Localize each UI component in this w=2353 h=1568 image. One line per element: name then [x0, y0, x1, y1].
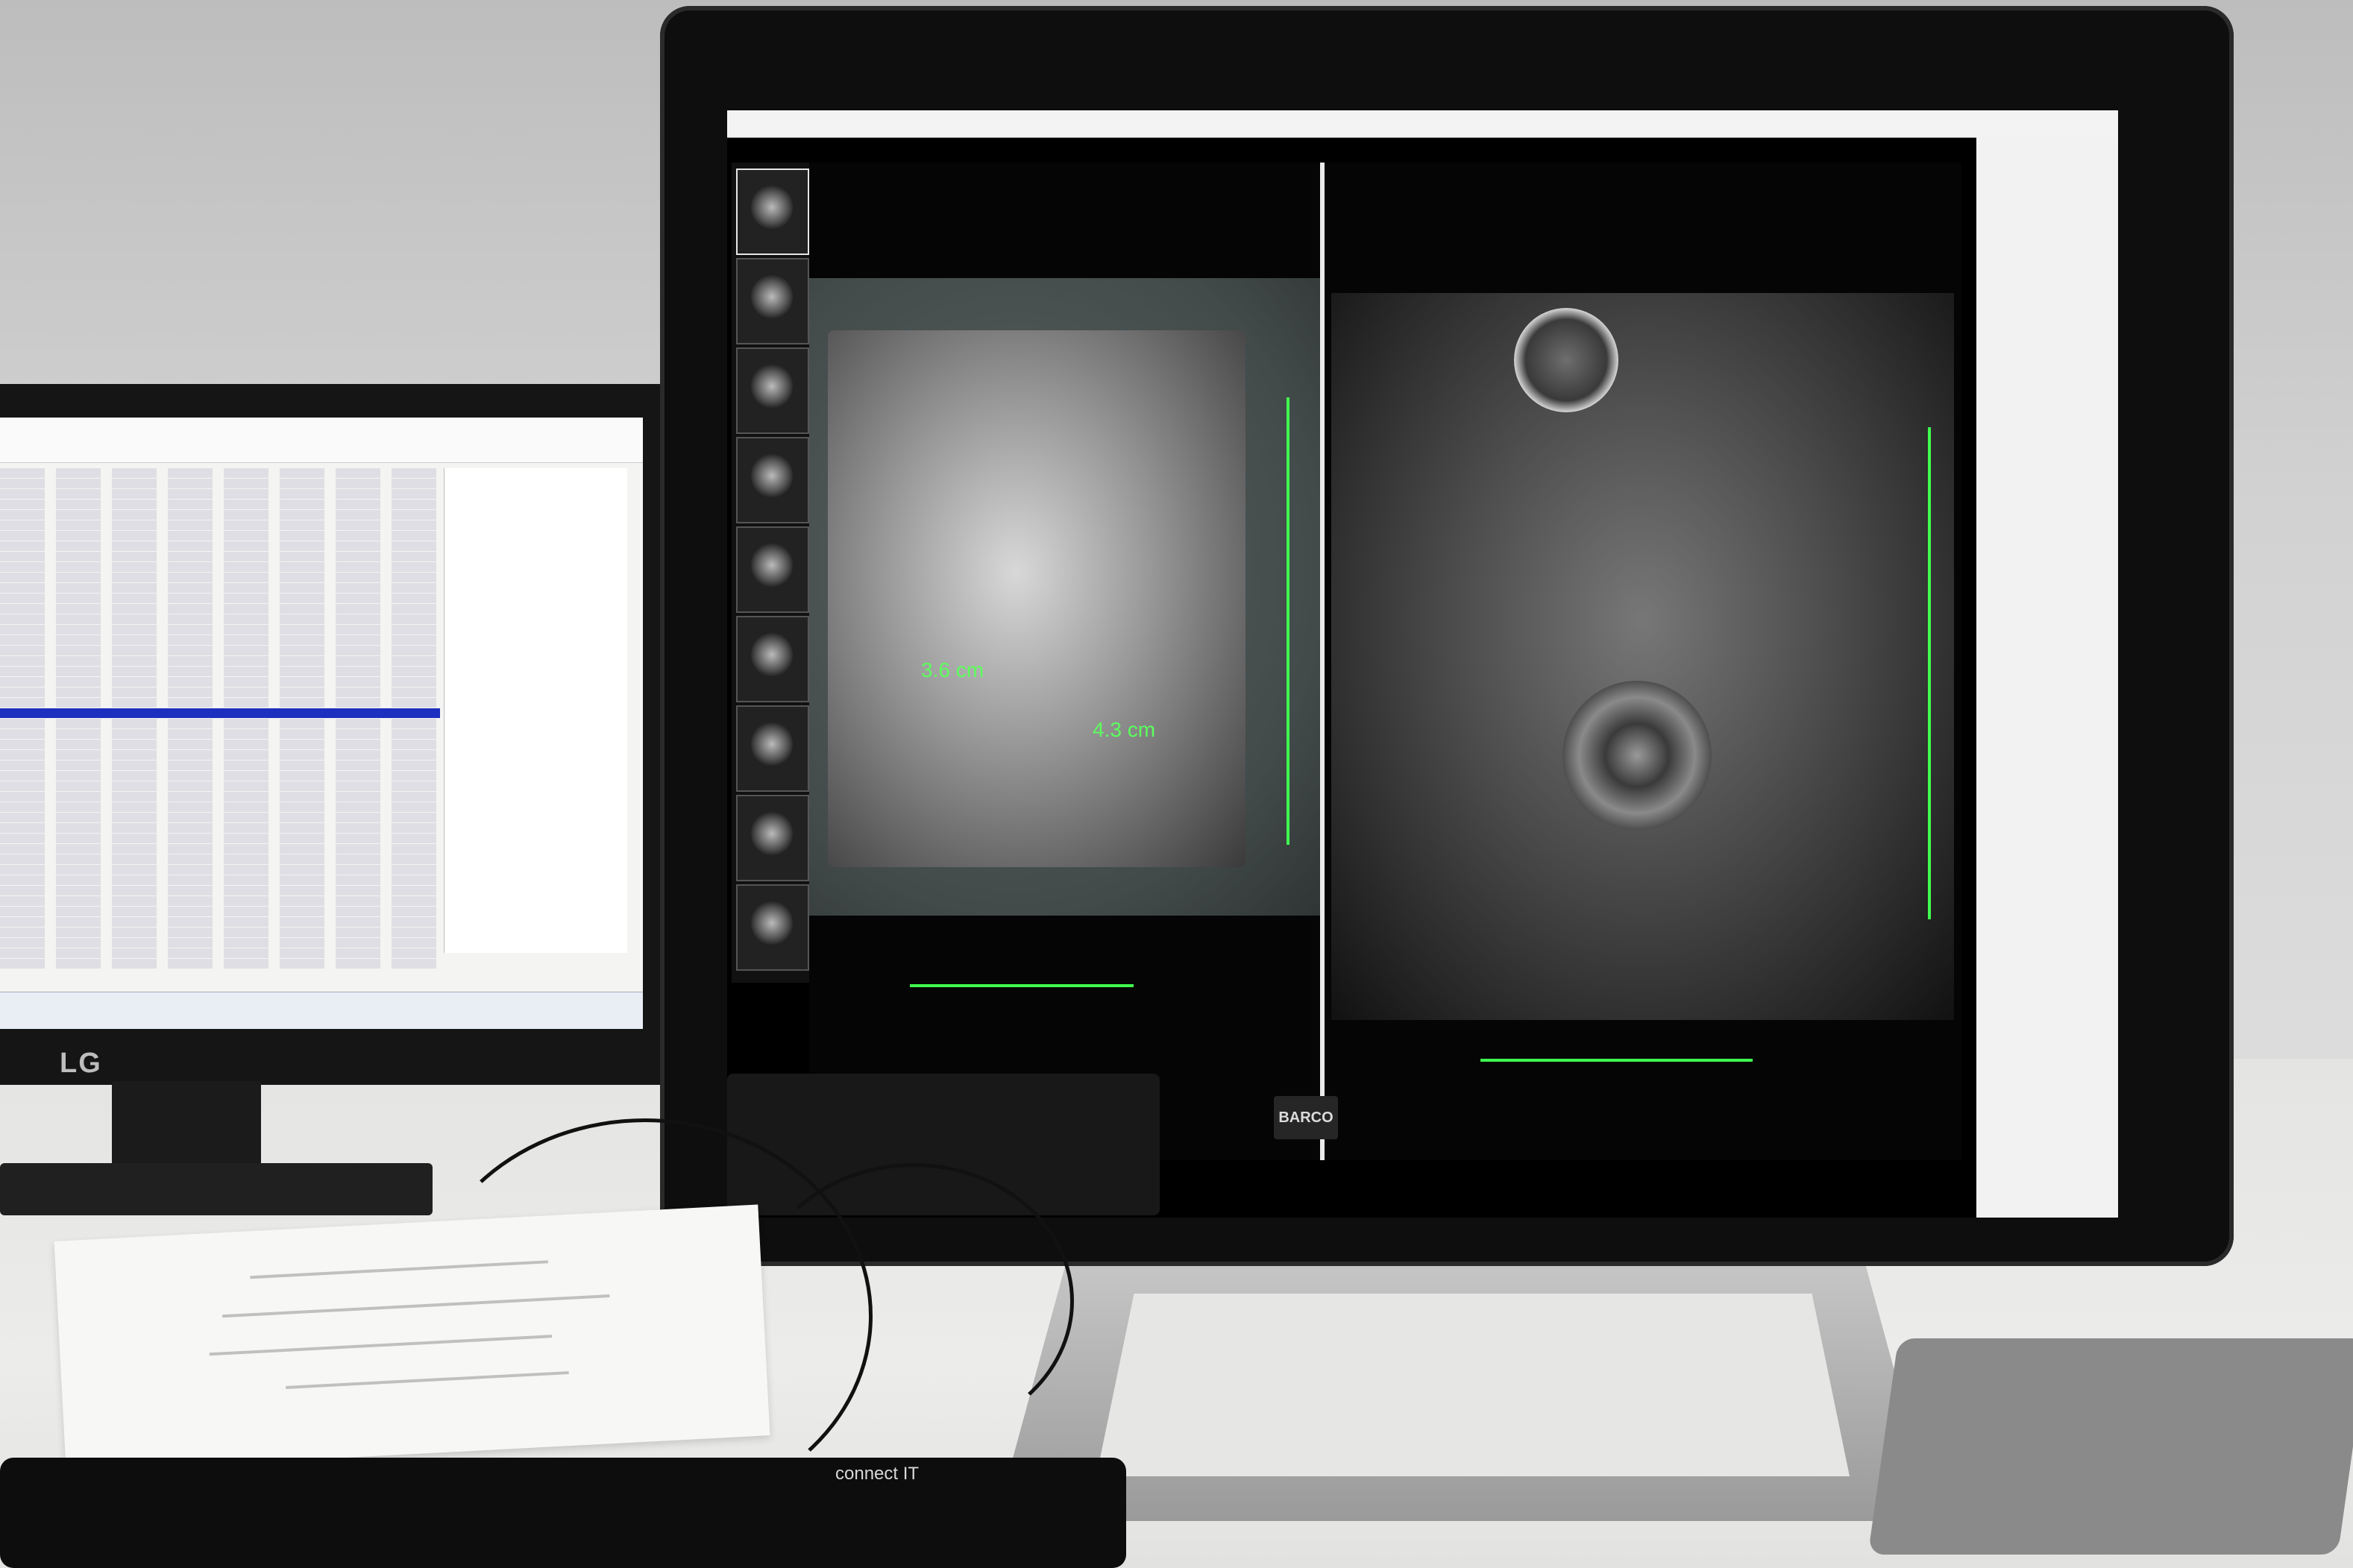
taskbar: [0, 992, 643, 1029]
series-thumbnail[interactable]: [736, 616, 809, 702]
vertical-scale-ruler: [1272, 397, 1289, 845]
worklist-row[interactable]: [0, 687, 440, 697]
worklist-row[interactable]: [0, 479, 440, 488]
series-thumbnail[interactable]: [736, 884, 809, 971]
worklist-toolbar: [0, 418, 643, 463]
worklist-row[interactable]: [0, 614, 440, 624]
viewport-divider: [1320, 163, 1325, 1160]
worklist-row[interactable]: [0, 604, 440, 614]
worklist-row[interactable]: [0, 907, 440, 916]
worklist-row[interactable]: [0, 541, 440, 551]
rectum-structure: [1562, 681, 1712, 830]
worklist-row[interactable]: [0, 834, 440, 843]
worklist-row[interactable]: [0, 750, 440, 760]
series-thumbnail[interactable]: [736, 705, 809, 792]
worklist-row[interactable]: [0, 625, 440, 635]
worklist-detail-panel: [444, 468, 627, 953]
worklist-row[interactable]: [0, 635, 440, 645]
worklist-row[interactable]: [0, 708, 440, 718]
worklist-row[interactable]: [0, 886, 440, 895]
lg-monitor-base: [0, 1163, 433, 1215]
worklist-row[interactable]: [0, 875, 440, 885]
keyboard-brand-label: connect IT: [835, 1464, 920, 1484]
worklist-row[interactable]: [0, 813, 440, 822]
worklist-row[interactable]: [0, 719, 440, 728]
viewer-menu-bar[interactable]: [727, 110, 2118, 138]
worklist-row[interactable]: [0, 698, 440, 708]
bladder-structure: [1514, 308, 1618, 412]
worklist-row[interactable]: [0, 583, 440, 593]
worklist-row[interactable]: [0, 948, 440, 958]
measurement-label: 3.6 cm: [921, 658, 984, 681]
worklist-row[interactable]: [0, 646, 440, 655]
worklist-row[interactable]: [0, 500, 440, 509]
worklist-row[interactable]: [0, 489, 440, 499]
worklist-row[interactable]: [0, 520, 440, 530]
worklist-row[interactable]: [0, 562, 440, 572]
worklist-row[interactable]: [0, 917, 440, 927]
sagittal-anatomy: [828, 330, 1245, 867]
series-thumbnail[interactable]: [736, 526, 809, 613]
worklist-row[interactable]: [0, 667, 440, 676]
worklist-row[interactable]: [0, 552, 440, 561]
barco-logo: BARCO: [1274, 1096, 1338, 1139]
worklist-row[interactable]: [0, 959, 440, 969]
worklist-row[interactable]: [0, 771, 440, 781]
worklist-row[interactable]: [0, 896, 440, 906]
worklist-row[interactable]: [0, 729, 440, 739]
series-thumbnail[interactable]: [736, 258, 809, 344]
worklist-row[interactable]: [0, 510, 440, 520]
horizontal-scale-ruler: [910, 968, 1134, 987]
worklist-row[interactable]: [0, 823, 440, 833]
series-thumbnail[interactable]: [736, 347, 809, 434]
series-thumbnail-strip[interactable]: [732, 163, 812, 983]
vertical-scale-ruler: [1913, 427, 1931, 919]
series-thumbnail[interactable]: [736, 437, 809, 523]
worklist-row[interactable]: [0, 740, 440, 749]
measurement-label: 4.3 cm: [1093, 718, 1156, 741]
series-thumbnail[interactable]: [736, 795, 809, 881]
viewer-tool-panel[interactable]: [1976, 137, 2118, 1218]
series-thumbnail[interactable]: [736, 169, 809, 255]
worklist-row[interactable]: [0, 802, 440, 812]
cable: [418, 1118, 873, 1514]
worklist-row[interactable]: [0, 854, 440, 864]
drawing-tablet[interactable]: [1867, 1338, 2353, 1555]
worklist-row[interactable]: [0, 781, 440, 791]
worklist-row[interactable]: [0, 593, 440, 603]
sagittal-mri-image[interactable]: 3.6 cm 4.3 cm: [809, 278, 1324, 916]
barco-base-opening: [1096, 1294, 1850, 1476]
lg-logo: LG: [60, 1048, 102, 1079]
worklist-row[interactable]: [0, 844, 440, 854]
lg-monitor-screen: [0, 418, 643, 1029]
worklist-row[interactable]: [0, 677, 440, 687]
axial-mri-image[interactable]: [1331, 293, 1954, 1020]
worklist-row[interactable]: [0, 865, 440, 875]
worklist-row[interactable]: [0, 938, 440, 948]
worklist-row[interactable]: [0, 792, 440, 802]
worklist-row[interactable]: [0, 468, 440, 478]
horizontal-scale-ruler: [1480, 1042, 1753, 1062]
worklist-row[interactable]: [0, 573, 440, 582]
worklist-row[interactable]: [0, 531, 440, 541]
worklist-row[interactable]: [0, 656, 440, 666]
worklist-row[interactable]: [0, 928, 440, 937]
barco-monitor-screen: 3.6 cm 4.3 cm: [727, 110, 2118, 1218]
worklist-row[interactable]: [0, 761, 440, 770]
